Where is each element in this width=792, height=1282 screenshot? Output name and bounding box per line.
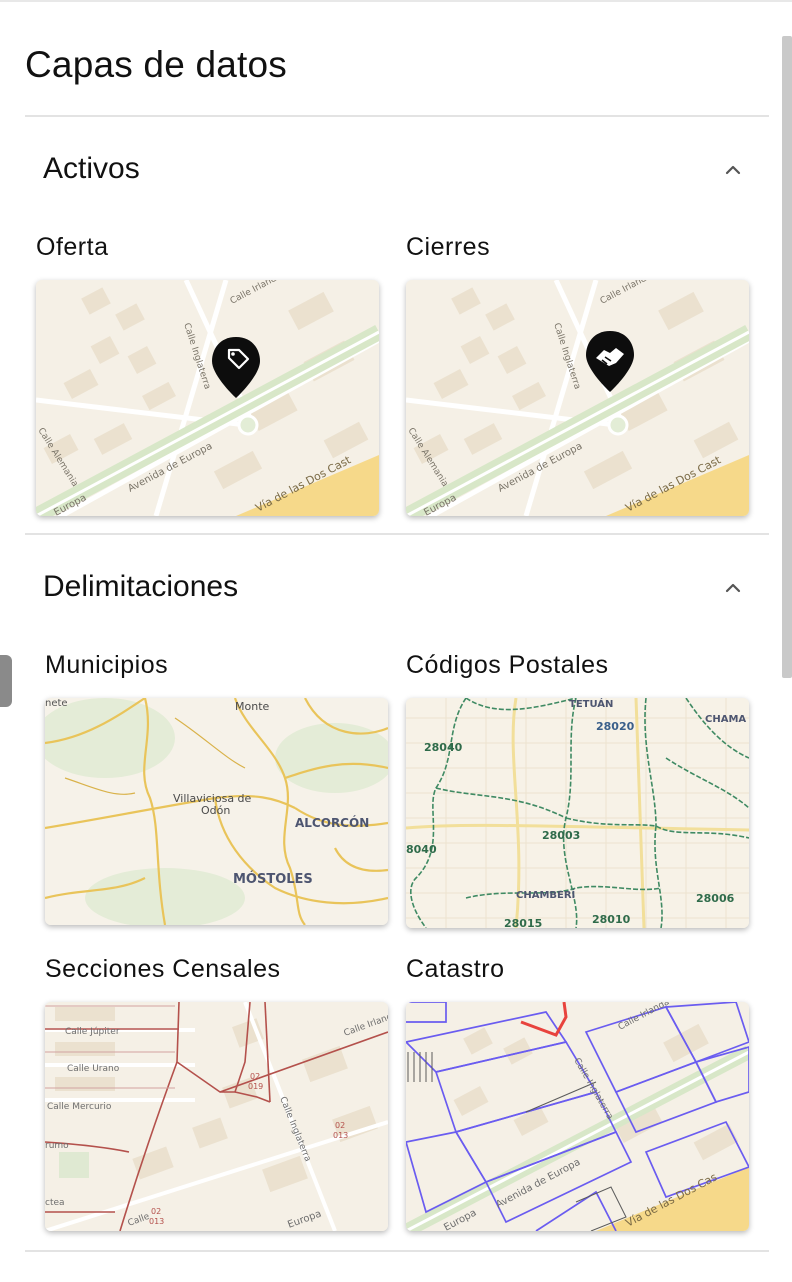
layer-label-catastro: Catastro: [406, 955, 505, 983]
top-divider: [0, 0, 792, 2]
page-title: Capas de datos: [25, 44, 287, 85]
svg-text:013: 013: [333, 1131, 348, 1140]
section-divider: [25, 533, 769, 535]
layer-card-oferta[interactable]: Calle Irlanda Calle Inglaterra Calle Ale…: [36, 280, 379, 516]
svg-text:CHAMBERÍ: CHAMBERÍ: [516, 888, 576, 901]
svg-text:Monte: Monte: [235, 700, 270, 713]
layer-card-municipios[interactable]: nete Monte Villaviciosa de Odón ALCORCÓN…: [45, 698, 388, 925]
layer-label-secciones-censales: Secciones Censales: [45, 955, 281, 983]
svg-text:Calle Urano: Calle Urano: [67, 1064, 120, 1074]
svg-text:ctea: ctea: [45, 1198, 65, 1208]
svg-text:MÓSTOLES: MÓSTOLES: [233, 871, 313, 887]
svg-text:Odón: Odón: [201, 804, 230, 817]
svg-text:28003: 28003: [542, 829, 580, 842]
header-divider: [25, 115, 769, 117]
map-thumbnail: TETUÁN 28020 CHAMA 28040 28003 8040 CHAM…: [406, 698, 749, 928]
layer-label-oferta: Oferta: [36, 233, 109, 261]
map-thumbnail: Calle Irlanda Calle Inglaterra Calle Ale…: [36, 280, 379, 516]
svg-text:TETUÁN: TETUÁN: [569, 698, 613, 710]
chevron-up-icon[interactable]: [721, 576, 745, 600]
svg-text:02: 02: [250, 1072, 260, 1081]
map-thumbnail: Calle Júpiter Calle Urano Calle Mercurio…: [45, 1002, 388, 1231]
svg-text:28040: 28040: [424, 741, 463, 754]
section-divider: [25, 1250, 769, 1252]
layer-label-cierres: Cierres: [406, 233, 491, 261]
layer-card-secciones-censales[interactable]: Calle Júpiter Calle Urano Calle Mercurio…: [45, 1002, 388, 1231]
layer-card-catastro[interactable]: Calle Irlanda Calle Inglaterra Europa Av…: [406, 1002, 749, 1231]
svg-text:28006: 28006: [696, 892, 735, 905]
map-thumbnail: Calle Irlanda Calle Inglaterra Calle Ale…: [406, 280, 749, 516]
layer-card-cierres[interactable]: Calle Irlanda Calle Inglaterra Calle Ale…: [406, 280, 749, 516]
section-title-activos: Activos: [43, 152, 140, 185]
svg-text:ALCORCÓN: ALCORCÓN: [295, 815, 369, 830]
svg-text:02: 02: [335, 1121, 345, 1130]
svg-text:013: 013: [149, 1217, 164, 1226]
svg-text:Calle Mercurio: Calle Mercurio: [47, 1102, 112, 1112]
drawer-handle[interactable]: [0, 655, 12, 707]
svg-text:CHAMA: CHAMA: [705, 714, 746, 725]
scrollbar[interactable]: [782, 36, 792, 678]
svg-text:28020: 28020: [596, 720, 635, 733]
svg-text:Calle Júpiter: Calle Júpiter: [65, 1027, 120, 1037]
map-thumbnail: Calle Irlanda Calle Inglaterra Europa Av…: [406, 1002, 749, 1231]
svg-text:28010: 28010: [592, 913, 631, 926]
layer-card-codigos-postales[interactable]: TETUÁN 28020 CHAMA 28040 28003 8040 CHAM…: [406, 698, 749, 928]
svg-text:8040: 8040: [406, 843, 437, 856]
layer-label-codigos-postales: Códigos Postales: [406, 651, 609, 679]
svg-text:019: 019: [248, 1082, 263, 1091]
svg-text:rumo: rumo: [45, 1141, 69, 1151]
svg-text:nete: nete: [45, 698, 68, 709]
svg-text:28015: 28015: [504, 917, 542, 928]
map-thumbnail: nete Monte Villaviciosa de Odón ALCORCÓN…: [45, 698, 388, 925]
section-title-delimitaciones: Delimitaciones: [43, 570, 239, 603]
svg-text:02: 02: [151, 1207, 161, 1216]
chevron-up-icon[interactable]: [721, 158, 745, 182]
layer-label-municipios: Municipios: [45, 651, 169, 679]
